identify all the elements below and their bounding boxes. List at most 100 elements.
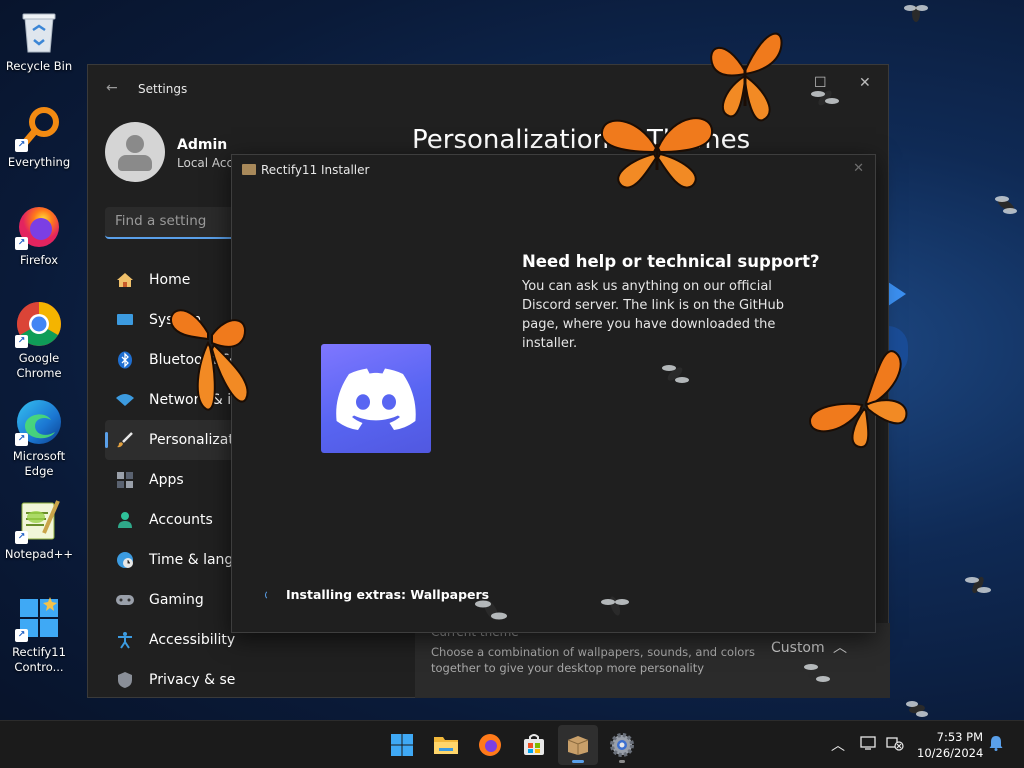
window-title: Settings (138, 82, 188, 96)
fly-icon (475, 600, 507, 620)
recycle-bin-icon (15, 8, 63, 56)
close-icon[interactable]: ✕ (859, 75, 871, 91)
desktop-icon-edge[interactable]: ↗ Microsoft Edge (4, 398, 74, 479)
active-indicator (572, 760, 584, 763)
butterfly-icon (600, 117, 714, 189)
butterfly-icon (808, 350, 908, 449)
taskbar-file-explorer[interactable] (426, 725, 466, 765)
accounts-icon (115, 510, 135, 530)
taskbar-settings[interactable] (602, 725, 642, 765)
firefox-icon: ↗ (15, 202, 63, 250)
desktop-icon-everything[interactable]: ↗ Everything (4, 104, 74, 170)
running-indicator (619, 760, 625, 763)
wallpaper-shape (888, 282, 906, 306)
everything-search-icon: ↗ (15, 104, 63, 152)
fly-icon (804, 664, 830, 682)
sidebar-item-accessibility[interactable]: Accessibility (105, 620, 235, 660)
sidebar-item-label: Accessibility (149, 632, 235, 648)
sidebar-item-label: Gaming (149, 592, 204, 608)
sidebar-item-label: Apps (149, 472, 184, 488)
desktop-icon-label: Microsoft Edge (12, 449, 66, 478)
breadcrumb-parent[interactable]: Personalization (412, 125, 609, 155)
butterfly-icon (710, 32, 783, 122)
bluetooth-icon (115, 350, 135, 370)
sidebar-item-label: Accounts (149, 512, 213, 528)
chevron-up-icon[interactable]: ︿ (833, 637, 847, 657)
close-icon[interactable]: ✕ (853, 161, 864, 176)
sidebar-item-gaming[interactable]: Gaming (105, 580, 235, 620)
help-text: You can ask us anything on our official … (522, 279, 785, 351)
fly-icon (904, 5, 928, 22)
chevron-up-icon[interactable]: ︿ (831, 735, 845, 755)
desktop-icon-firefox[interactable]: ↗ Firefox (4, 202, 74, 268)
start-button[interactable] (382, 725, 422, 765)
start-icon (391, 734, 413, 756)
desktop-icon-rectify11-control[interactable]: ↗ Rectify11 Contro... (4, 594, 74, 675)
sidebar-item-label: Privacy & security (149, 672, 235, 688)
desktop-icon-notepadpp[interactable]: ↗ Notepad++ (4, 496, 74, 562)
current-theme-value: Custom (771, 640, 825, 656)
installer-box-icon (242, 164, 256, 175)
wifi-icon (115, 390, 135, 410)
network-disconnected-icon[interactable] (886, 735, 904, 755)
display-icon[interactable] (860, 735, 878, 755)
current-theme-description: Choose a combination of wallpapers, soun… (431, 645, 756, 675)
discord-icon (336, 368, 416, 430)
sidebar-item-accounts[interactable]: Accounts (105, 500, 235, 540)
desktop-icon-label: Rectify11 Contro... (12, 645, 66, 674)
home-icon (115, 270, 135, 290)
system-icon (115, 310, 135, 330)
installer-icon (567, 736, 589, 755)
sidebar-item-label: Time & language (149, 552, 235, 568)
settings-gear-icon (610, 733, 634, 757)
avatar[interactable] (105, 122, 165, 182)
install-status: Installing extras: Wallpapers (265, 587, 490, 602)
clock-time: 7:53 PM (936, 730, 983, 744)
desktop-icon-label: Notepad++ (4, 547, 74, 561)
sidebar-item-privacy[interactable]: Privacy & security (105, 660, 235, 700)
discord-logo (321, 344, 431, 453)
desktop-icon-label: Everything (7, 155, 71, 169)
taskbar-store[interactable] (514, 725, 554, 765)
fly-icon (906, 701, 928, 717)
sidebar-item-personalization[interactable]: Personalization (105, 420, 235, 460)
search-input[interactable]: Find a setting (105, 207, 245, 239)
accessibility-icon (115, 630, 135, 650)
desktop-icon-label: Google Chrome (16, 351, 62, 380)
sidebar-item-apps[interactable]: Apps (105, 460, 235, 500)
fly-icon (965, 576, 991, 594)
install-status-text: Installing extras: Wallpapers (286, 587, 490, 602)
brush-icon (115, 430, 135, 450)
apps-icon (115, 470, 135, 490)
help-heading: Need help or technical support? (522, 252, 820, 271)
sidebar-item-label: Home (149, 272, 191, 288)
fly-icon (811, 90, 839, 106)
user-name: Admin (177, 137, 228, 153)
taskbar-firefox[interactable] (470, 725, 510, 765)
fly-icon (995, 196, 1017, 214)
spinner-icon (265, 589, 275, 600)
taskbar-installer[interactable] (558, 725, 598, 765)
back-arrow-icon[interactable]: ← (106, 80, 118, 96)
desktop-icon-label: Recycle Bin (5, 59, 73, 73)
edge-icon: ↗ (15, 398, 63, 446)
globe-clock-icon (115, 550, 135, 570)
sidebar-item-home[interactable]: Home (105, 260, 235, 300)
desktop-icon-chrome[interactable]: ↗ Google Chrome (4, 300, 74, 381)
taskbar: ︿ 7:53 PM 10/26/2024 (0, 720, 1024, 768)
notepadpp-icon: ↗ (15, 496, 63, 544)
sidebar-item-label: Personalization (149, 432, 235, 448)
store-icon (524, 734, 544, 755)
clock[interactable]: 7:53 PM 10/26/2024 (917, 729, 983, 761)
fly-icon (662, 365, 689, 383)
rectify11-control-icon: ↗ (15, 594, 63, 642)
sidebar-item-time-language[interactable]: Time & language (105, 540, 235, 580)
installer-window[interactable]: Rectify11 Installer ✕ Need help or techn… (231, 154, 876, 633)
firefox-icon (479, 734, 501, 756)
chrome-icon: ↗ (15, 300, 63, 348)
clock-date: 10/26/2024 (917, 746, 984, 760)
notification-bell-icon[interactable] (989, 735, 1003, 755)
desktop-icon-recycle-bin[interactable]: Recycle Bin (4, 8, 74, 74)
fly-icon (601, 596, 629, 616)
butterfly-icon (170, 309, 249, 411)
